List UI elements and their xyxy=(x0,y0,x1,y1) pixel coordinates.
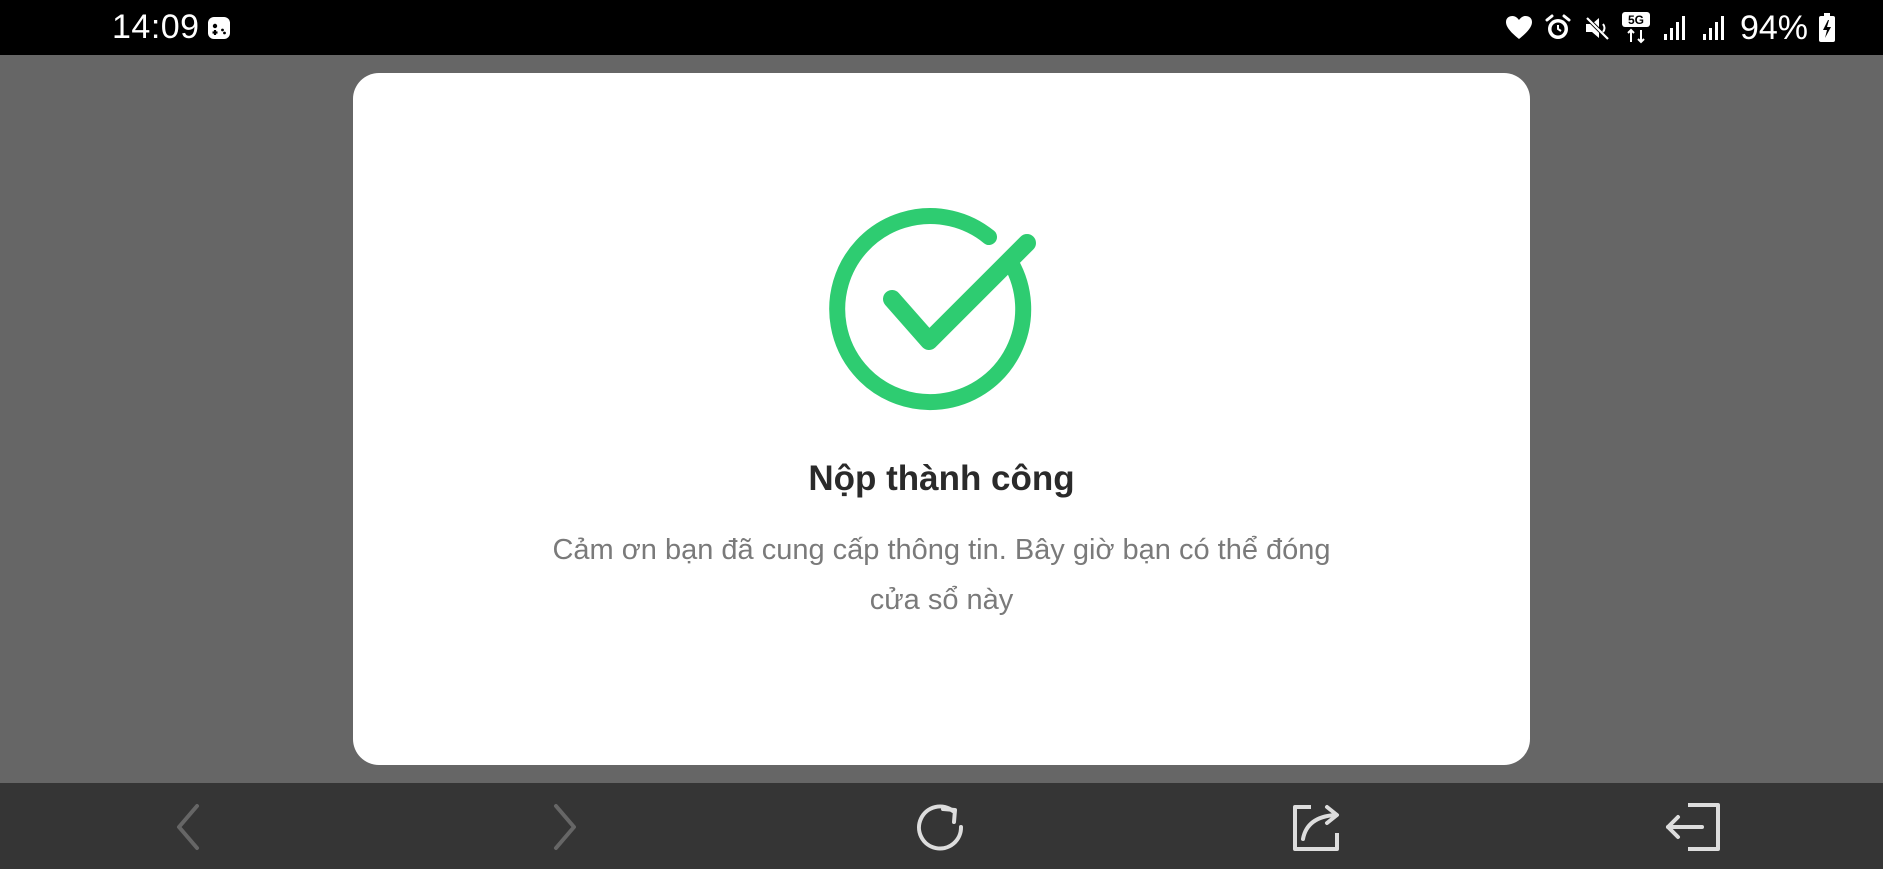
signal-icon xyxy=(1660,13,1690,43)
heart-icon xyxy=(1504,13,1534,43)
check-circle-icon xyxy=(829,207,1055,429)
status-icons: 5G 94% xyxy=(1504,8,1837,48)
screen: 14:09 5G 94% Nộp thành công Cảm ơn bạn đ… xyxy=(0,0,1883,869)
exit-button[interactable] xyxy=(1662,795,1726,859)
status-bar: 14:09 5G 94% xyxy=(0,0,1883,55)
forward-icon xyxy=(554,804,576,850)
alarm-icon xyxy=(1543,13,1573,43)
5g-icon: 5G xyxy=(1621,12,1651,44)
dialog-message-line: cửa sổ này xyxy=(869,584,1014,616)
reload-icon xyxy=(917,804,964,851)
dialog-title: Nộp thành công xyxy=(808,459,1075,498)
exit-icon xyxy=(1666,803,1720,851)
dialog-message: Cảm ơn bạn đã cung cấp thông tin. Bây gi… xyxy=(493,525,1390,625)
reload-button[interactable] xyxy=(909,795,973,859)
battery-charging-icon xyxy=(1817,13,1837,43)
share-icon xyxy=(1293,805,1339,851)
status-time: 14:09 xyxy=(112,8,200,46)
forward-button[interactable] xyxy=(532,795,596,859)
battery-percent: 94% xyxy=(1739,9,1808,47)
success-dialog: Nộp thành công Cảm ơn bạn đã cung cấp th… xyxy=(353,73,1530,765)
share-button[interactable] xyxy=(1285,795,1349,859)
signal-icon xyxy=(1699,13,1729,43)
bottom-navigation-bar xyxy=(0,783,1883,869)
game-controller-icon xyxy=(207,16,231,40)
dialog-message-line: Cảm ơn bạn đã cung cấp thông tin. Bây gi… xyxy=(552,534,1331,566)
mute-icon xyxy=(1582,13,1612,43)
back-button[interactable] xyxy=(157,795,221,859)
back-icon xyxy=(177,804,199,850)
svg-text:5G: 5G xyxy=(1628,13,1644,27)
